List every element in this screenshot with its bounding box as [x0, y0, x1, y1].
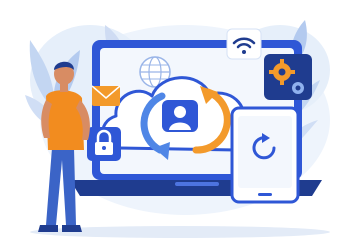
user-icon	[162, 100, 198, 132]
laptop-notch	[175, 182, 219, 186]
gear-icon	[264, 54, 312, 100]
illustration-canvas	[0, 0, 337, 242]
shirt	[46, 90, 84, 150]
right-shoe	[62, 225, 82, 232]
cloud-sync-illustration	[25, 20, 330, 238]
lock-icon	[87, 127, 121, 161]
wifi-icon	[226, 28, 262, 60]
smartphone-icon	[230, 106, 300, 204]
jeans	[46, 148, 76, 225]
left-shoe	[38, 225, 58, 232]
mail-icon	[91, 85, 121, 106]
